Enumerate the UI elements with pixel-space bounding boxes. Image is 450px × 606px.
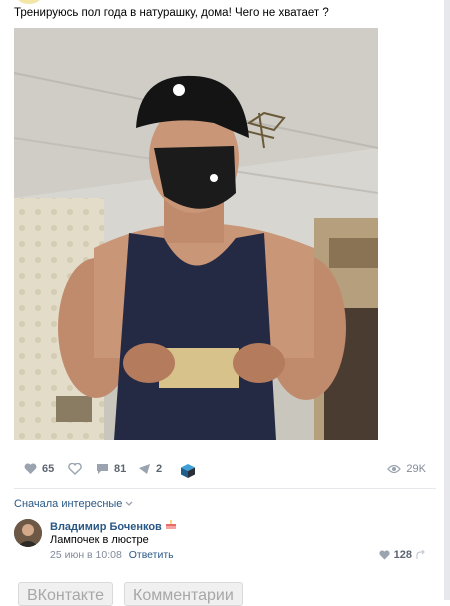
footer-vk-button[interactable]: ВКонтакте <box>18 582 113 606</box>
share-icon[interactable] <box>416 550 426 560</box>
eye-icon <box>387 464 402 474</box>
avatar-image <box>14 519 42 547</box>
favorite-button[interactable] <box>68 463 82 475</box>
avatar[interactable] <box>14 519 42 547</box>
shares-count: 2 <box>156 463 163 475</box>
footer-comments-button[interactable]: Комментарии <box>124 582 243 606</box>
comments-count: 81 <box>114 463 127 475</box>
comment-icon <box>97 464 108 474</box>
comment-text: Лампочек в люстре <box>50 534 149 546</box>
reply-link[interactable]: Ответить <box>129 549 174 561</box>
share-button[interactable]: 2 <box>138 463 162 475</box>
comment-likes-count: 128 <box>393 549 412 561</box>
photo-illustration <box>14 28 378 440</box>
post-actions: 65 81 2 29K <box>24 463 426 479</box>
sort-label: Сначала интересные <box>14 498 123 510</box>
heart-icon <box>379 550 390 560</box>
share-icon <box>139 464 150 474</box>
comments-button[interactable]: 81 <box>96 463 126 475</box>
cake-icon <box>165 520 176 529</box>
heart-outline-icon <box>68 463 82 475</box>
post-photo[interactable] <box>14 28 378 440</box>
like-button[interactable]: 65 <box>24 463 54 475</box>
post-text: Тренируюсь пол года в натурашку, дома! Ч… <box>14 7 329 19</box>
cube-app-icon <box>181 464 195 478</box>
comment-like-button[interactable]: 128 <box>379 549 426 561</box>
views-count: 29K <box>406 463 426 475</box>
views-indicator: 29K <box>387 463 426 475</box>
author-avatar[interactable] <box>14 0 44 4</box>
repost-app-button[interactable] <box>180 463 196 479</box>
comments-sort-dropdown[interactable]: Сначала интересные <box>14 498 133 510</box>
comment-author-name: Владимир Боченков <box>50 521 162 533</box>
page-scrollbar[interactable] <box>444 0 450 600</box>
chevron-down-icon <box>126 501 133 506</box>
comment-author[interactable]: Владимир Боченков <box>50 519 177 533</box>
comment-meta: 25 июн в 10:08 Ответить <box>50 549 174 561</box>
comment-date: 25 июн в 10:08 <box>50 549 122 561</box>
likes-count: 65 <box>42 463 55 475</box>
divider <box>14 488 436 489</box>
heart-icon <box>24 463 37 474</box>
